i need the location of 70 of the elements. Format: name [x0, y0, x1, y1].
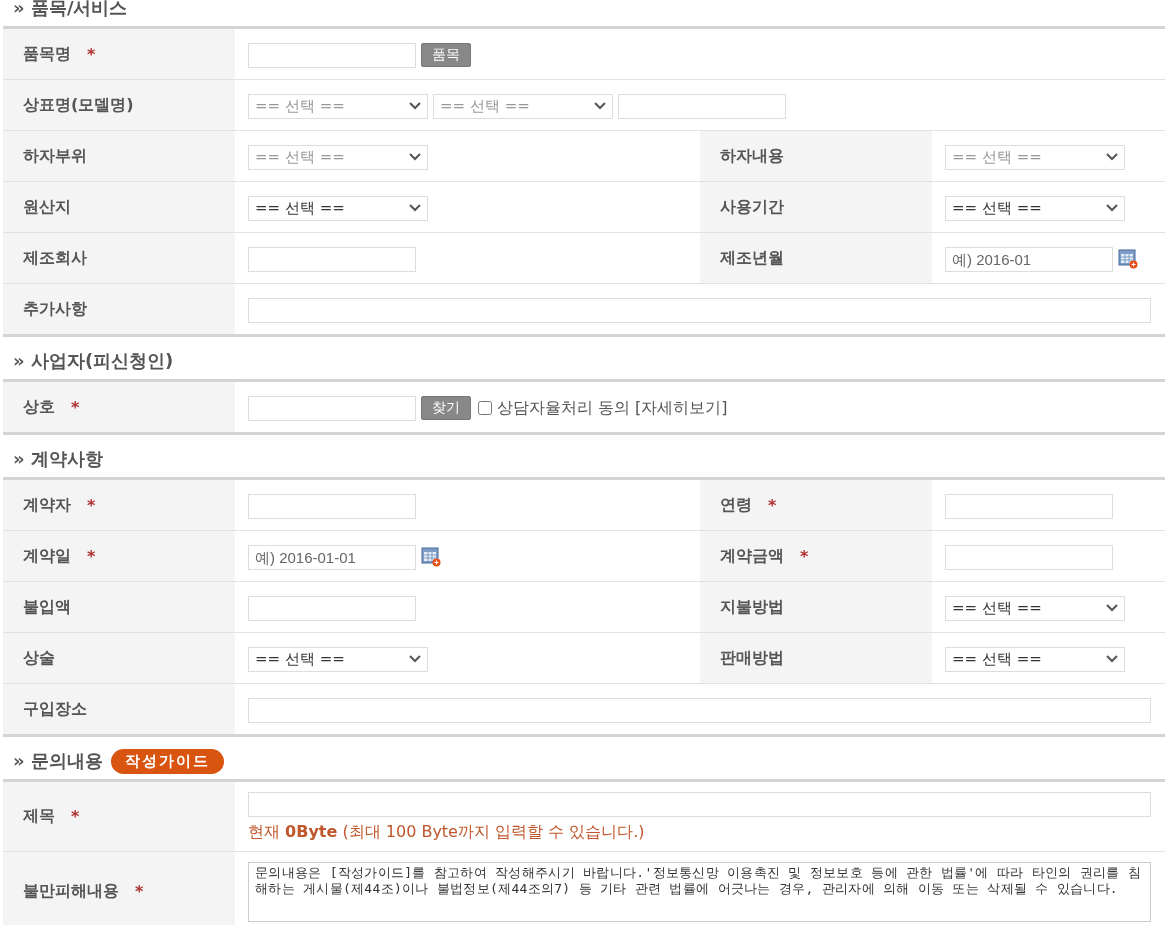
search-button[interactable]: 찾기: [421, 396, 471, 420]
details-link[interactable]: [자세히보기]: [635, 397, 728, 419]
input-field[interactable]: [248, 792, 1151, 817]
input-field[interactable]: [945, 493, 1113, 519]
required-mark: *: [800, 546, 809, 566]
required-mark: *: [87, 546, 96, 566]
chevron-down-icon: [1106, 604, 1118, 612]
section-heading: » 문의내용: [12, 749, 103, 773]
select-dropdown[interactable]: == 선택 ==: [248, 646, 428, 672]
select-dropdown[interactable]: == 선택 ==: [945, 195, 1125, 221]
input-field[interactable]: [248, 42, 416, 68]
label-text: 사용기간: [720, 196, 784, 218]
label-text: 불입액: [23, 596, 71, 618]
date-field[interactable]: 예) 2016-01: [945, 246, 1113, 272]
label-text: 원산지: [23, 196, 71, 218]
label-text: 제목: [23, 806, 55, 827]
chevron-down-icon: [1106, 655, 1118, 663]
chevron-down-icon: [409, 655, 421, 663]
label-text: 제조년월: [720, 247, 784, 269]
label-text: 판매방법: [720, 647, 784, 669]
required-mark: *: [135, 881, 144, 901]
label-text: 구입장소: [23, 698, 87, 720]
textarea-field[interactable]: 문의내용은 [작성가이드]를 참고하여 작성해주시기 바랍니다.'정보통신망 이용촉진 및 정보보호 등에 관한 법률'에 따라 타인의 권리를 침해하는 게시물(제44조)이나 불법정보(제44조의7) 등 기타 관련 법률에 어긋나는 경우, 관리자에 의해 이동 또는 삭제될 수 있습니다.: [248, 862, 1151, 922]
input-field[interactable]: [248, 297, 1151, 323]
input-field[interactable]: [248, 697, 1151, 723]
input-field[interactable]: [248, 395, 416, 421]
required-mark: *: [87, 495, 96, 515]
chevron-down-icon: [1106, 153, 1118, 161]
label-text: 연령: [720, 494, 752, 516]
input-field[interactable]: [248, 493, 416, 519]
select-dropdown[interactable]: == 선택 ==: [248, 195, 428, 221]
label-text: 하자부위: [23, 145, 87, 167]
search-button[interactable]: 품목: [421, 43, 471, 67]
checkbox-label: 상담자율처리 동의: [497, 397, 631, 419]
label-text: 계약자: [23, 494, 71, 516]
chevron-down-icon: [409, 153, 421, 161]
required-mark: *: [71, 807, 80, 826]
chevron-down-icon: [409, 204, 421, 212]
calendar-icon[interactable]: [421, 547, 441, 567]
label-text: 제조회사: [23, 247, 87, 269]
byte-count-text: 현재 0Byte (최대 100 Byte까지 입력할 수 있습니다.): [248, 822, 646, 843]
input-field[interactable]: [618, 93, 786, 119]
date-field[interactable]: 예) 2016-01-01: [248, 544, 416, 570]
input-field[interactable]: [248, 246, 416, 272]
label-text: 상표명(모델명): [23, 94, 134, 116]
guide-button[interactable]: 작성가이드: [110, 748, 224, 774]
section-heading: » 품목/서비스: [12, 0, 128, 20]
calendar-icon[interactable]: [1118, 249, 1138, 269]
label-text: 지불방법: [720, 596, 784, 618]
label-text: 불만피해내용: [23, 880, 119, 902]
consent-checkbox[interactable]: [478, 401, 492, 415]
label-text: 계약일: [23, 545, 71, 567]
label-text: 하자내용: [720, 145, 784, 167]
required-mark: *: [768, 495, 777, 515]
label-text: 상술: [23, 647, 55, 669]
input-field[interactable]: [945, 544, 1113, 570]
label-text: 상호: [23, 396, 55, 418]
chevron-down-icon: [1106, 204, 1118, 212]
section-heading: » 계약사항: [12, 447, 103, 471]
chevron-down-icon: [409, 102, 421, 110]
select-dropdown[interactable]: == 선택 ==: [945, 646, 1125, 672]
required-mark: *: [71, 397, 80, 417]
required-mark: *: [87, 44, 96, 64]
input-field[interactable]: [248, 595, 416, 621]
chevron-down-icon: [594, 102, 606, 110]
select-dropdown[interactable]: == 선택 ==: [945, 595, 1125, 621]
label-text: 추가사항: [23, 298, 87, 320]
label-text: 품목명: [23, 43, 71, 65]
section-heading: » 사업자(피신청인): [12, 349, 174, 373]
label-text: 계약금액: [720, 545, 784, 567]
